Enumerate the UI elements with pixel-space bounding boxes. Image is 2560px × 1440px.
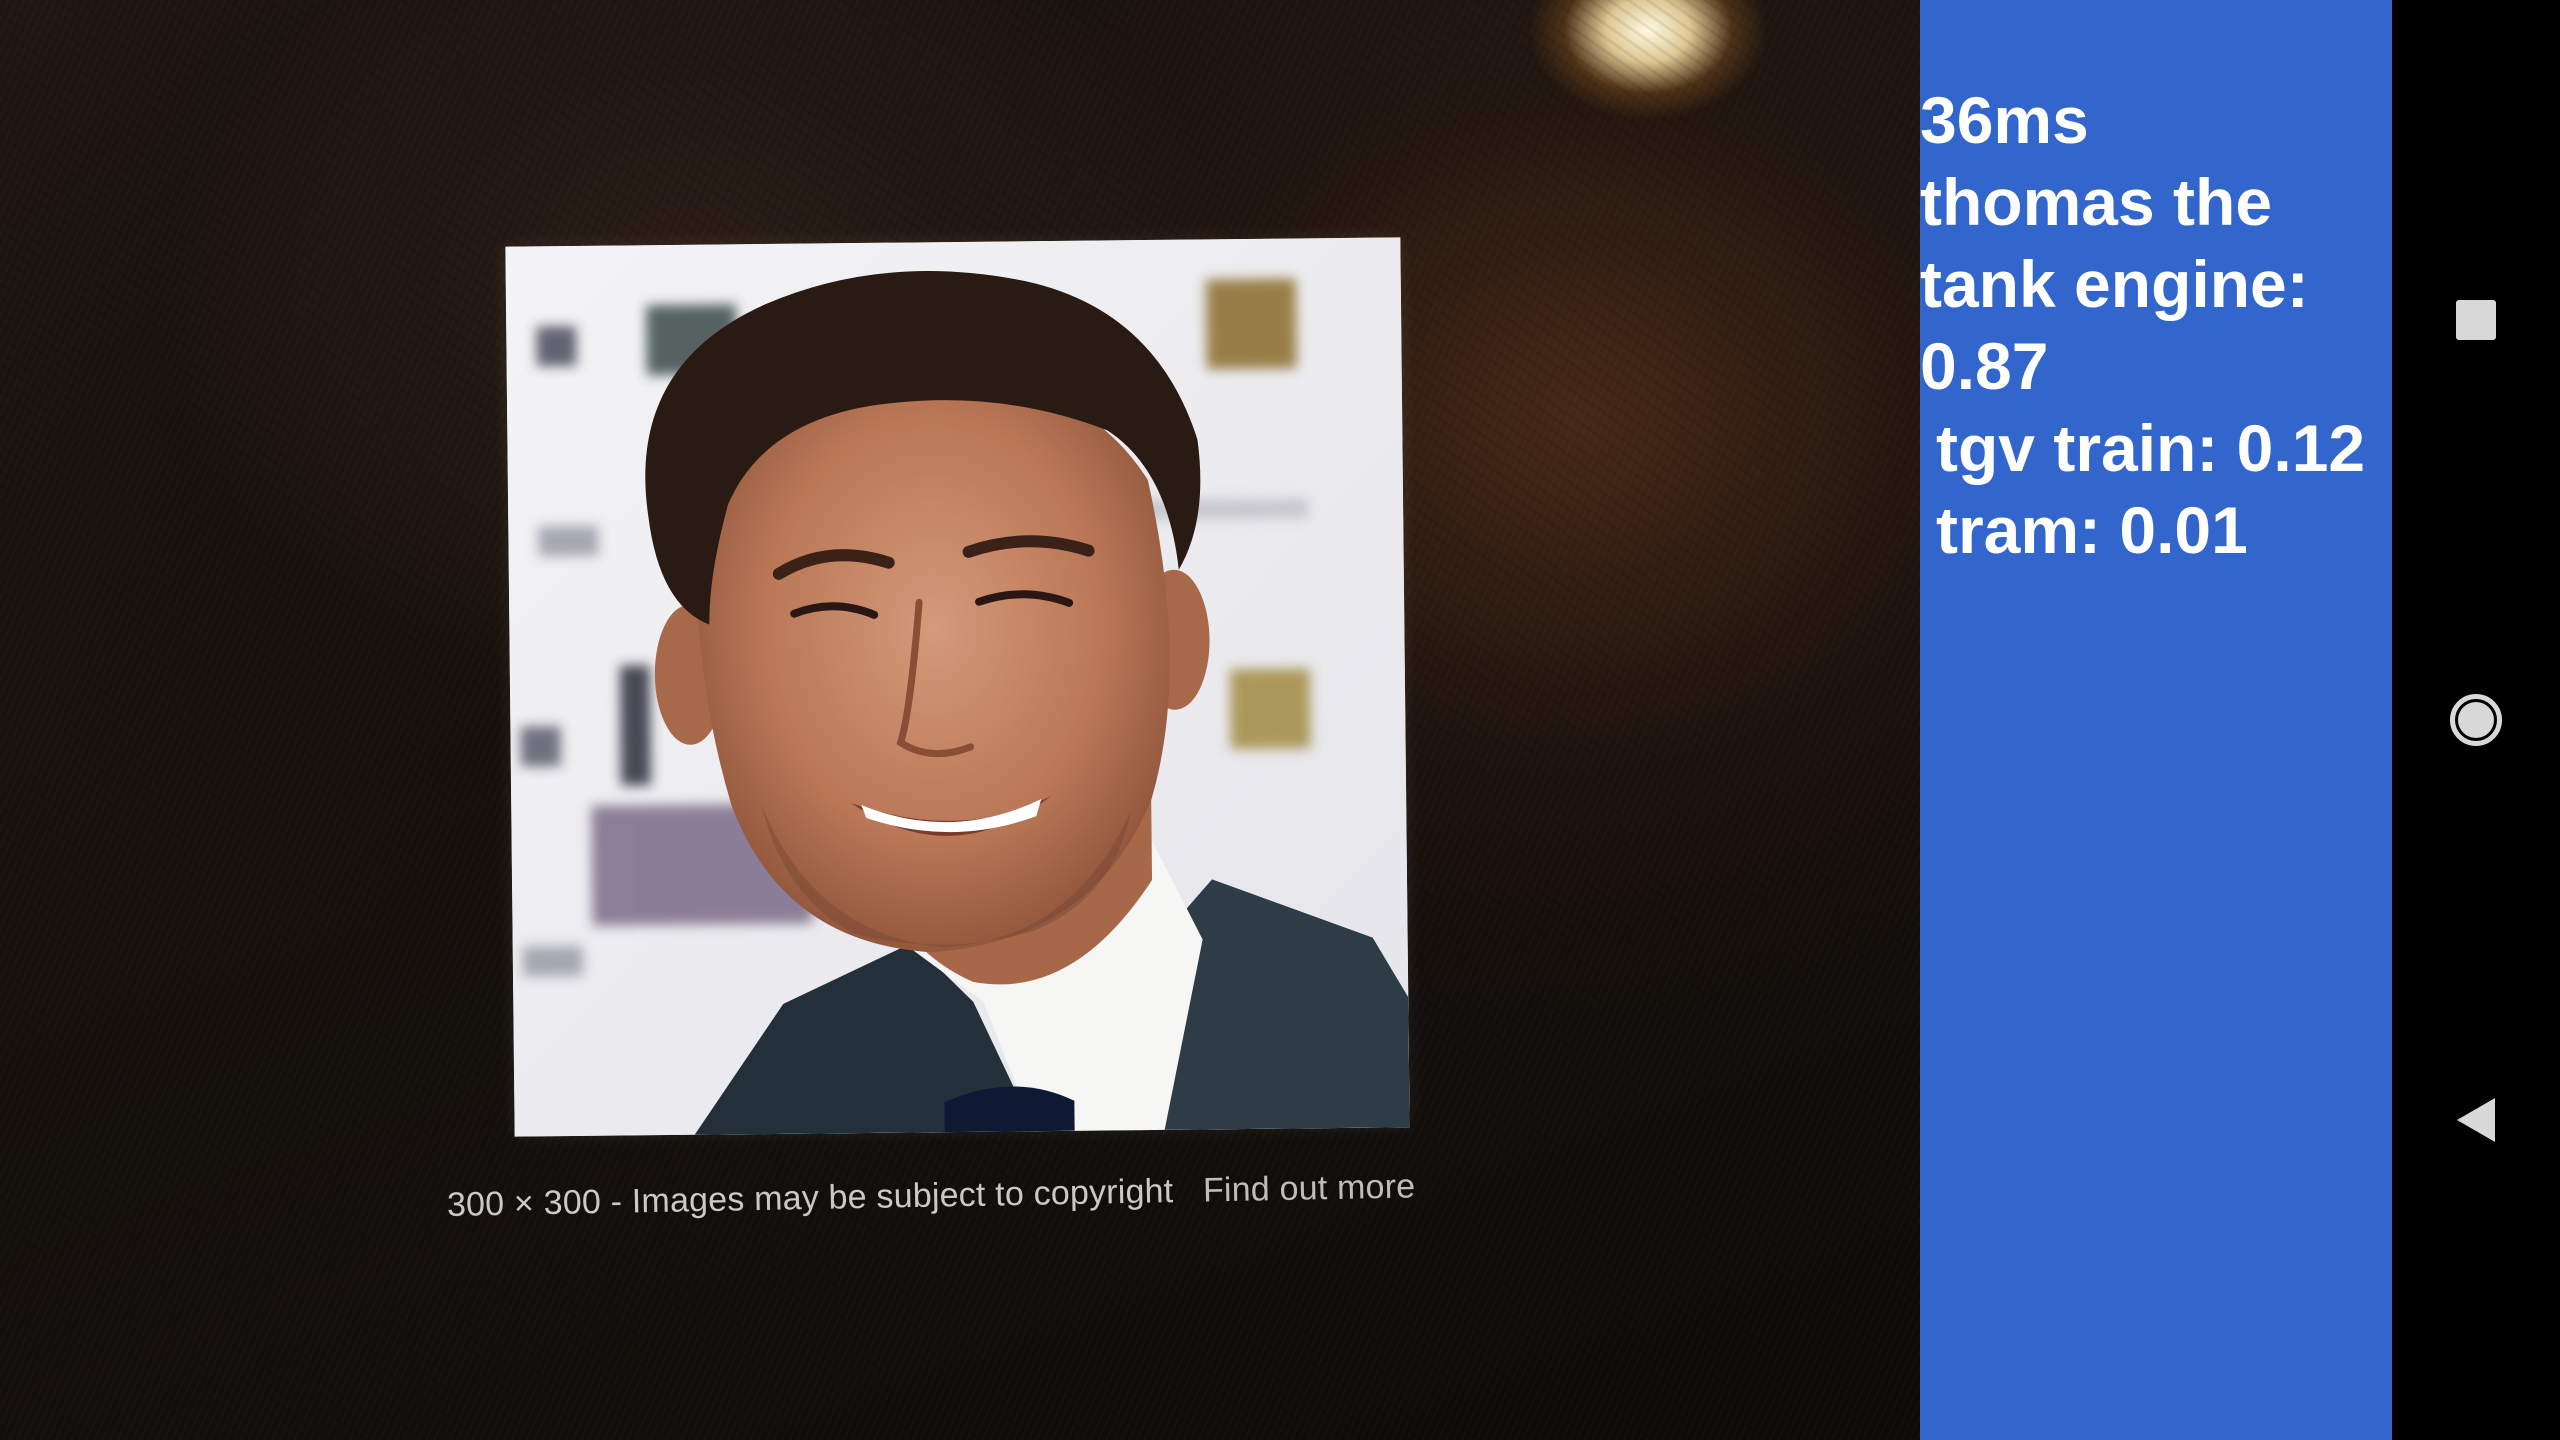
circle-inner-icon: [2458, 702, 2494, 738]
classification-results-panel: 36ms thomas the tank engine: 0.87 tgv tr…: [1920, 0, 2392, 1440]
image-caption: 300 × 300 - Images may be subject to cop…: [447, 1167, 1416, 1225]
square-icon: [2456, 300, 2496, 340]
circle-icon: [2450, 694, 2502, 746]
third-result: tram: 0.01: [1936, 493, 2248, 567]
inference-time: 36ms: [1920, 83, 2089, 157]
navigation-bar: [2392, 0, 2560, 1440]
caption-separator: -: [610, 1182, 623, 1221]
photographed-monitor-image: [505, 237, 1410, 1137]
home-button[interactable]: [2392, 640, 2560, 800]
image-size-label: 300 × 300: [446, 1183, 602, 1224]
top-result-score: 0.87: [1920, 329, 2049, 403]
find-out-more-link: Find out more: [1202, 1167, 1416, 1210]
recent-apps-button[interactable]: [2392, 240, 2560, 400]
top-result-label-line2: tank engine:: [1920, 247, 2309, 321]
portrait-photo: [505, 237, 1410, 1137]
back-button[interactable]: [2392, 1040, 2560, 1200]
top-result-label-line1: thomas the: [1920, 165, 2273, 239]
second-result: tgv train: 0.12: [1936, 411, 2366, 485]
triangle-back-icon: [2457, 1098, 2495, 1142]
copyright-notice: Images may be subject to copyright: [631, 1172, 1174, 1221]
app-screen: 300 × 300 - Images may be subject to cop…: [0, 0, 2560, 1440]
camera-preview: 300 × 300 - Images may be subject to cop…: [0, 0, 1920, 1440]
